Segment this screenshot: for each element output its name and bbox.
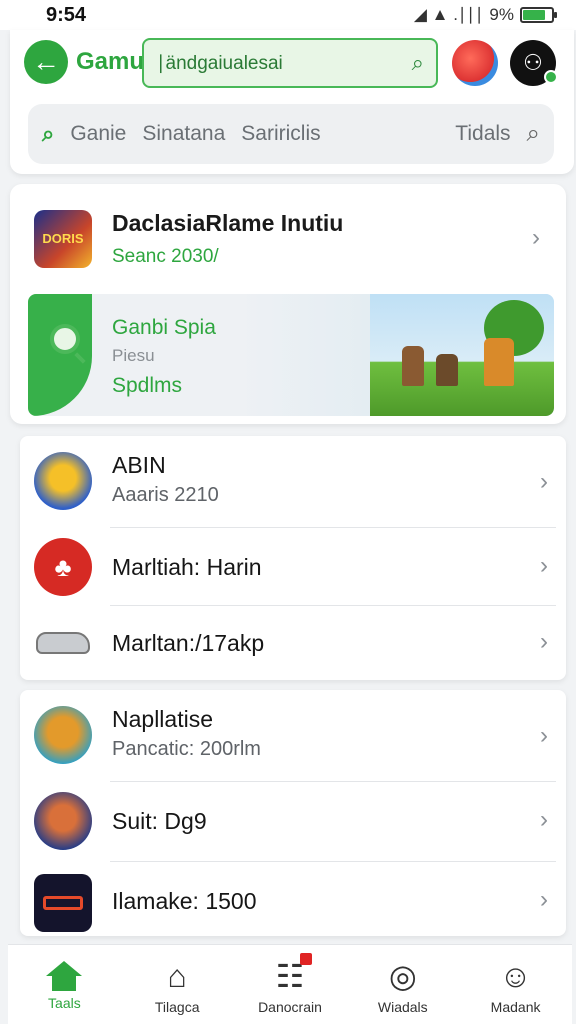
arrow-left-icon: ←: [32, 46, 60, 77]
game-list-card: Napllatise Pancatic: 200rlm › Suit: Dg9 …: [20, 690, 566, 936]
banner-subtitle: Piesu: [112, 346, 155, 365]
back-button[interactable]: ←: [24, 40, 68, 84]
nav-item-madank[interactable]: ☺ Madank: [466, 957, 566, 1015]
avatar[interactable]: [452, 40, 498, 86]
character-illustration: [436, 354, 458, 386]
featured-game-icon: DORIS: [34, 210, 92, 268]
list-item[interactable]: ABIN Aaaris 2210 ›: [20, 436, 566, 528]
battery-icon: [520, 7, 557, 23]
magnifier-icon: [50, 324, 80, 354]
nav-item-tilagca[interactable]: ⌂ Tilagca: [127, 957, 227, 1015]
featured-subtitle: Seanc 2030/: [112, 246, 219, 267]
list-item[interactable]: Napllatise Pancatic: 200rlm ›: [20, 690, 566, 782]
list-item[interactable]: ♣ Marltiah: Harin ›: [20, 528, 566, 606]
filter-tab[interactable]: Tidals: [455, 122, 510, 146]
online-indicator: [544, 70, 558, 84]
search-box[interactable]: ⌕: [142, 38, 438, 88]
banner-cta: Spdlms: [112, 374, 183, 397]
chevron-right-icon: ›: [540, 468, 548, 495]
status-bar: 9:54 ◢ ▲ .∣∣∣ 9%: [0, 0, 576, 30]
filter-bar: ⌕ Ganie Sinatana Saririclis Tidals ⌕: [28, 104, 554, 164]
list-item-title: Marltan:/17akp: [112, 630, 265, 656]
abin-game-icon: [34, 452, 92, 510]
banner-illustration: [370, 294, 554, 416]
avatar[interactable]: ⚇: [510, 40, 558, 86]
home-icon: [46, 961, 83, 991]
list-item[interactable]: Suit: Dg9 ›: [20, 782, 566, 862]
list-item-title: Napllatise: [112, 706, 213, 732]
featured-title: DaclasiaRlame Inutiu: [112, 210, 344, 236]
status-time: 9:54: [46, 3, 87, 26]
car-icon: [34, 614, 92, 672]
character-illustration: [402, 346, 424, 386]
nav-item-wiadals[interactable]: ◎ Wiadals: [353, 957, 453, 1015]
search-input[interactable]: [156, 52, 412, 74]
panda-icon: ⚇: [523, 50, 543, 75]
list-item-title: Marltiah: Harin: [112, 554, 262, 580]
promo-banner[interactable]: Ganbi Spia Piesu Spdlms: [28, 294, 554, 416]
header: ← Gamu ⌕ ⚇ ⌕ Ganie Sinatana Saririclis T…: [10, 30, 574, 174]
app-title: Gamu: [76, 48, 145, 75]
nav-label: Madank: [490, 999, 541, 1015]
search-icon[interactable]: ⌕: [42, 121, 54, 147]
list-item-title: Ilamake: 1500: [112, 888, 257, 914]
nav-label: Wiadals: [377, 999, 428, 1015]
list-item-subtitle: Pancatic: 200rlm: [112, 738, 261, 760]
nav-item-home[interactable]: Taals: [14, 957, 114, 1011]
list-item[interactable]: Marltan:/17akp ›: [20, 606, 566, 680]
naplatise-game-icon: [34, 706, 92, 764]
chevron-right-icon: ›: [540, 722, 548, 749]
house-outline-icon: ⌂: [167, 958, 187, 994]
list-item-subtitle: Aaaris 2210: [112, 484, 219, 506]
status-indicators: ◢ ▲ .∣∣∣ 9%: [413, 5, 557, 25]
notification-badge: [299, 953, 312, 965]
profile-icon: ☺: [499, 958, 532, 994]
suit-game-icon: [34, 792, 92, 850]
chevron-right-icon: ›: [540, 628, 548, 655]
list-item-title: ABIN: [112, 452, 166, 478]
chevron-right-icon: ›: [540, 552, 548, 579]
chevron-right-icon: ›: [540, 806, 548, 833]
nav-item-danocrain[interactable]: ☷ Danocrain: [240, 953, 340, 1015]
banner-accent-shape: [28, 294, 92, 416]
search-icon[interactable]: ⌕: [412, 50, 424, 76]
banner-title: Ganbi Spia: [112, 316, 216, 339]
hamake-game-icon: [34, 874, 92, 932]
filter-tab[interactable]: Ganie: [70, 122, 126, 146]
battery-text: 9%: [489, 5, 514, 24]
signal-icon: ◢ ▲ .∣∣∣: [413, 5, 484, 24]
nav-label: Tilagca: [154, 999, 200, 1015]
bottom-nav: Taals ⌂ Tilagca ☷ Danocrain ◎ Wiadals ☺ …: [8, 944, 572, 1024]
filter-tab[interactable]: Saririclis: [241, 122, 320, 146]
chevron-right-icon: ›: [540, 886, 548, 913]
list-item-title: Suit: Dg9: [112, 808, 207, 834]
list-item[interactable]: Ilamake: 1500 ›: [20, 862, 566, 936]
game-list-card: ABIN Aaaris 2210 › ♣ Marltiah: Harin › M…: [20, 436, 566, 680]
character-illustration: [484, 338, 514, 386]
chevron-right-icon: ›: [532, 224, 540, 251]
badge-icon: ◎: [388, 958, 417, 994]
search-icon[interactable]: ⌕: [527, 120, 540, 148]
martial-game-icon: ♣: [34, 538, 92, 596]
featured-card[interactable]: DORIS DaclasiaRlame Inutiu Seanc 2030/ ›…: [10, 184, 566, 424]
nav-label: Danocrain: [258, 999, 322, 1015]
nav-label: Taals: [48, 995, 81, 1011]
filter-tab[interactable]: Sinatana: [142, 122, 225, 146]
